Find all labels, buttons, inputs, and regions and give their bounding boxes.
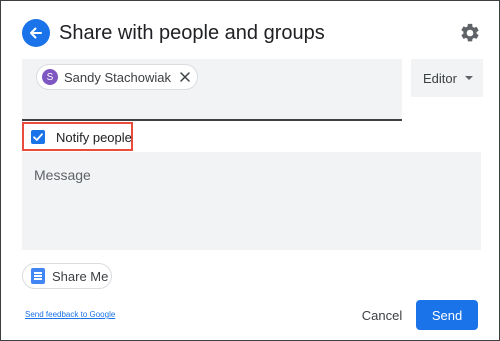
- back-button[interactable]: [22, 19, 50, 47]
- message-textarea[interactable]: Message: [22, 152, 481, 250]
- share-me-label: Share Me: [52, 268, 109, 284]
- back-arrow-icon: [30, 27, 42, 39]
- share-me-button[interactable]: Share Me: [22, 263, 112, 289]
- dialog-title: Share with people and groups: [59, 22, 325, 44]
- role-selected-value: Editor: [423, 70, 457, 86]
- role-dropdown[interactable]: Editor: [411, 59, 483, 97]
- document-icon: [31, 268, 45, 284]
- send-feedback-link[interactable]: Send feedback to Google: [25, 310, 115, 319]
- people-input-field[interactable]: S Sandy Stachowiak: [22, 59, 402, 121]
- avatar: S: [42, 69, 58, 85]
- notify-people-checkbox[interactable]: [31, 130, 45, 144]
- chevron-down-icon: [465, 76, 473, 80]
- recipient-chip[interactable]: S Sandy Stachowiak: [36, 64, 198, 90]
- close-icon[interactable]: [179, 71, 191, 83]
- notify-people-highlight: Notify people: [22, 122, 133, 151]
- send-button[interactable]: Send: [416, 300, 478, 330]
- notify-people-label: Notify people: [56, 130, 132, 145]
- checkmark-icon: [33, 133, 43, 141]
- recipient-name: Sandy Stachowiak: [64, 69, 171, 85]
- cancel-button[interactable]: Cancel: [353, 300, 411, 330]
- gear-icon[interactable]: [459, 22, 481, 44]
- share-dialog: Share with people and groups S Sandy Sta…: [0, 0, 500, 341]
